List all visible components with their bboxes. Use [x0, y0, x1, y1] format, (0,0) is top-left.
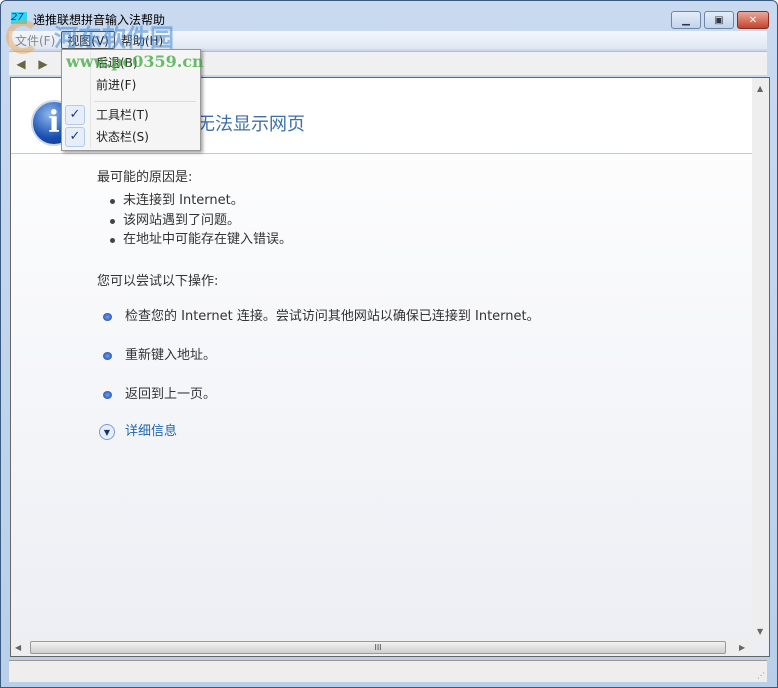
title-bar: 27 递推联想拼音输入法帮助 ▁ ▣ ✕ [9, 7, 769, 29]
scroll-left-icon[interactable]: ◀ [15, 643, 21, 652]
action-text: 返回到上一页。 [125, 386, 217, 402]
menu-item-label: 前进(F) [96, 78, 137, 92]
reason-item: 在地址中可能存在键入错误。 [110, 230, 540, 250]
menu-item-label: 后退(B) [96, 56, 138, 70]
close-icon: ✕ [748, 14, 758, 26]
checkmark-icon: ✓ [65, 105, 85, 125]
action-text: 检查您的 Internet 连接。尝试访问其他网站以确保已连接到 Interne… [125, 308, 540, 324]
minimize-button[interactable]: ▁ [671, 11, 701, 29]
maximize-icon: ▣ [714, 14, 724, 26]
forward-arrow-icon[interactable]: ▶ [35, 57, 51, 71]
page-body: 最可能的原因是: 未连接到 Internet。 该网站遇到了问题。 在地址中可能… [97, 166, 540, 442]
scroll-down-icon[interactable]: ▼ [757, 627, 763, 636]
reason-item: 未连接到 Internet。 [110, 191, 540, 211]
status-bar: ⋰ [9, 660, 767, 682]
maximize-button[interactable]: ▣ [704, 11, 734, 29]
action-item: 重新键入地址。 [97, 344, 540, 367]
menu-separator [94, 101, 196, 102]
close-button[interactable]: ✕ [737, 11, 769, 29]
action-item: 返回到上一页。 [97, 383, 540, 406]
window-title: 递推联想拼音输入法帮助 [33, 13, 166, 27]
reasons-list: 未连接到 Internet。 该网站遇到了问题。 在地址中可能存在键入错误。 [110, 191, 540, 250]
checkmark-icon: ✓ [65, 127, 85, 147]
more-info-label: 详细信息 [125, 423, 178, 439]
scroll-up-icon[interactable]: ▲ [757, 84, 763, 93]
horizontal-scrollbar[interactable]: ◀ III ▶ [11, 639, 753, 656]
action-text: 重新键入地址。 [125, 347, 217, 363]
reasons-heading: 最可能的原因是: [97, 170, 193, 185]
expand-chevron-icon: ▼ [99, 423, 115, 440]
view-menu-dropdown: 后退(B) 前进(F) ✓ 工具栏(T) ✓ 状态栏(S) [61, 49, 201, 151]
resize-grip-icon[interactable]: ⋰ [757, 671, 765, 680]
menu-item-forward[interactable]: 前进(F) [64, 74, 198, 96]
back-arrow-icon[interactable]: ◀ [13, 57, 29, 71]
content-pane: i 无法显示网页 最可能的原因是: 未连接到 Internet。 该网站遇到了问… [10, 77, 770, 657]
menu-item-label: 状态栏(S) [96, 130, 149, 144]
bullet-icon [103, 390, 112, 399]
page-title: 无法显示网页 [197, 114, 305, 135]
try-heading: 您可以尝试以下操作: [97, 273, 219, 289]
menu-item-label: 工具栏(T) [96, 108, 149, 122]
reason-item: 该网站遇到了问题。 [110, 211, 540, 231]
menu-item-toolbar[interactable]: ✓ 工具栏(T) [64, 104, 198, 126]
menu-item-statusbar[interactable]: ✓ 状态栏(S) [64, 126, 198, 148]
menu-help[interactable]: 帮助(H) [115, 31, 169, 49]
menu-file[interactable]: 文件(F) [9, 31, 61, 49]
bullet-icon [103, 351, 112, 360]
app-icon: 27 [11, 12, 27, 24]
scroll-thumb[interactable]: III [30, 641, 726, 654]
menu-view[interactable]: 视图(V) [61, 31, 115, 49]
vertical-scrollbar[interactable]: ▲ ▼ [752, 78, 769, 640]
scroll-right-icon[interactable]: ▶ [739, 643, 745, 652]
menu-item-back[interactable]: 后退(B) [64, 52, 198, 74]
more-info-link[interactable]: ▼ 详细信息 [97, 422, 540, 442]
bullet-icon [103, 312, 112, 321]
menu-bar: 文件(F) 视图(V) 帮助(H) [9, 31, 767, 49]
minimize-icon: ▁ [682, 14, 690, 26]
action-item: 检查您的 Internet 连接。尝试访问其他网站以确保已连接到 Interne… [97, 305, 540, 328]
